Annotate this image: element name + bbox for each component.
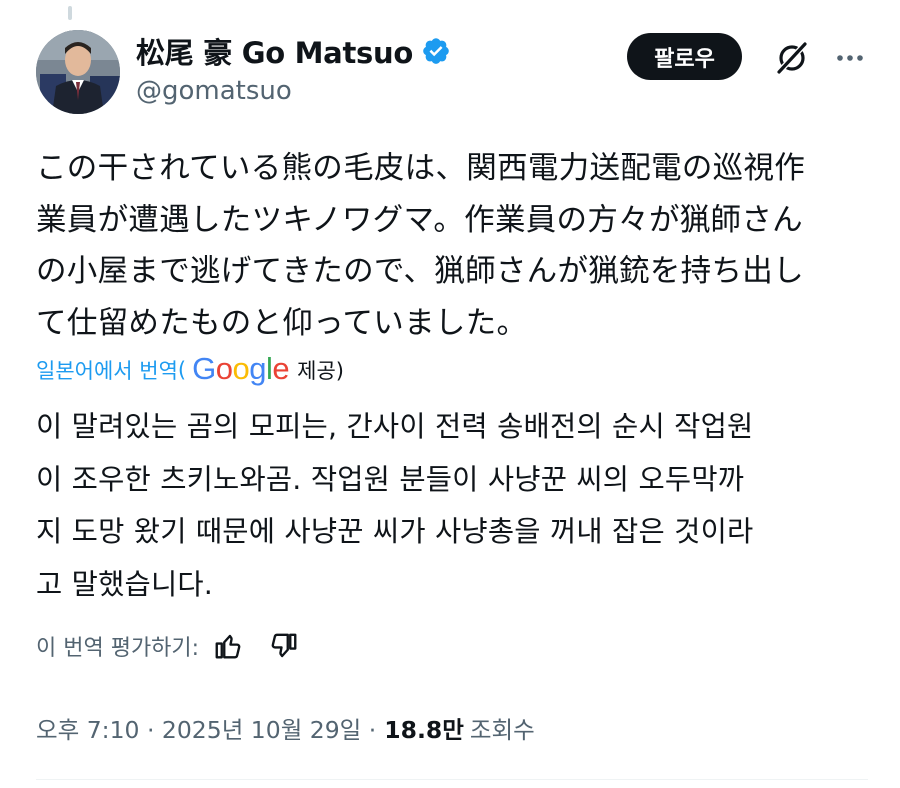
translation-attribution: 일본어에서 번역 ( Google 제공)	[36, 351, 344, 388]
rate-translation-row: 이 번역 평가하기:	[36, 630, 299, 662]
thumbs-down-icon[interactable]	[269, 631, 299, 661]
translated-from-link[interactable]: 일본어에서 번역	[36, 355, 178, 385]
author-handle[interactable]: @gomatsuo	[136, 76, 292, 106]
grok-icon[interactable]	[772, 38, 812, 78]
tweet-meta: 오후 7:10 · 2025년 10월 29일 · 18.8만 조회수	[36, 711, 535, 745]
provided-label: 제공)	[297, 359, 344, 383]
view-count-label: 조회수	[469, 716, 535, 744]
google-logo-letter: G	[192, 351, 216, 386]
avatar-photo	[36, 30, 120, 114]
rate-translation-label: 이 번역 평가하기:	[36, 636, 200, 661]
google-logo-letter: o	[232, 351, 250, 386]
view-count: 18.8만	[384, 716, 464, 744]
tweet-timestamp[interactable]: 오후 7:10 · 2025년 10월 29일 ·	[36, 711, 376, 745]
verified-badge-icon	[423, 38, 449, 64]
thumbs-up-icon[interactable]	[213, 631, 243, 661]
divider	[36, 779, 868, 780]
tweet-text: この干されている熊の毛皮は、関西電力送配電の巡視作 業員が遭遇したツキノワグマ。…	[36, 151, 806, 341]
google-logo: Google	[192, 351, 290, 387]
author-name-row: 松尾 豪 Go Matsuo	[136, 30, 451, 72]
author-display-name[interactable]: 松尾 豪 Go Matsuo	[136, 30, 413, 72]
paren-open: (	[177, 358, 187, 382]
google-logo-letter: e	[272, 351, 290, 386]
top-edge-marker	[68, 6, 72, 20]
google-logo-letter: o	[215, 351, 233, 386]
more-icon[interactable]	[830, 38, 870, 78]
avatar[interactable]	[36, 30, 120, 114]
google-logo-letter: g	[249, 351, 266, 386]
follow-button[interactable]: 팔로우	[627, 33, 742, 80]
translated-text: 이 말려있는 곰의 모피는, 간사이 전력 송배전의 순시 작업원 이 조우한 …	[36, 410, 754, 601]
